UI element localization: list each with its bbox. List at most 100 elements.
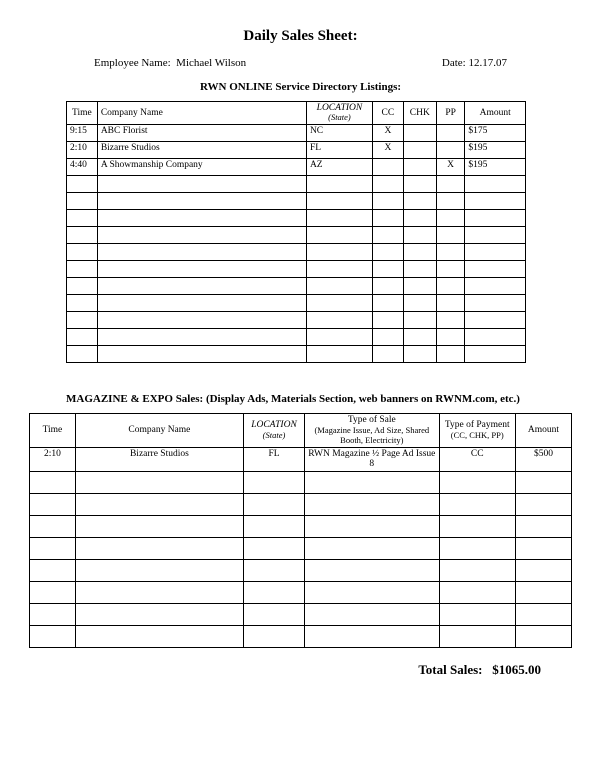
cell-company: Bizarre Studios <box>97 141 306 158</box>
cell-time <box>30 493 76 515</box>
cell-company <box>75 471 243 493</box>
cell-amount <box>465 192 526 209</box>
cell-type: RWN Magazine ½ Page Ad Issue 8 <box>305 447 439 471</box>
cell-pp <box>436 226 465 243</box>
cell-loc <box>243 603 304 625</box>
cell-amount <box>465 277 526 294</box>
cell-pp <box>436 141 465 158</box>
cell-loc: FL <box>306 141 372 158</box>
cell-chk <box>403 192 436 209</box>
table-row <box>67 175 526 192</box>
cell-chk <box>403 158 436 175</box>
type-sub: (Magazine Issue, Ad Size, Shared Booth, … <box>308 426 435 446</box>
cell-amount <box>465 226 526 243</box>
total-value: $1065.00 <box>492 662 541 677</box>
col-pp: PP <box>436 102 465 125</box>
cell-loc: FL <box>243 447 304 471</box>
col-company: Company Name <box>97 102 306 125</box>
cell-loc <box>306 175 372 192</box>
cell-type <box>305 471 439 493</box>
cell-amount <box>515 515 571 537</box>
table-row <box>67 209 526 226</box>
cell-company <box>97 294 306 311</box>
cell-time <box>67 311 98 328</box>
cell-type <box>305 625 439 647</box>
cell-pay <box>439 581 515 603</box>
cell-pp <box>436 328 465 345</box>
cell-amount: $175 <box>465 124 526 141</box>
col-company: Company Name <box>75 413 243 447</box>
cell-time: 4:40 <box>67 158 98 175</box>
cell-company <box>75 493 243 515</box>
directory-table: Time Company Name LOCATION (State) CC CH… <box>66 101 526 363</box>
cell-pp <box>436 260 465 277</box>
pay-label: Type of Payment <box>445 420 510 430</box>
cell-amount <box>515 493 571 515</box>
cell-pp: X <box>436 158 465 175</box>
table-row <box>67 243 526 260</box>
cell-time <box>67 226 98 243</box>
cell-amount: $500 <box>515 447 571 471</box>
cell-company <box>75 537 243 559</box>
table-row <box>67 311 526 328</box>
table-row <box>30 625 572 647</box>
cell-pay <box>439 537 515 559</box>
cell-time <box>30 471 76 493</box>
date-value: 12.17.07 <box>469 57 508 69</box>
cell-cc <box>372 226 403 243</box>
cell-pay <box>439 625 515 647</box>
table-row <box>67 277 526 294</box>
cell-pp <box>436 345 465 362</box>
meta-row: Employee Name: Michael Wilson Date: 12.1… <box>24 57 577 69</box>
cell-company <box>97 192 306 209</box>
cell-loc <box>306 277 372 294</box>
expo-table: Time Company Name LOCATION (State) Type … <box>29 413 572 648</box>
cell-amount <box>465 311 526 328</box>
col-location: LOCATION (State) <box>306 102 372 125</box>
cell-cc <box>372 158 403 175</box>
table-row: 4:40A Showmanship CompanyAZX$195 <box>67 158 526 175</box>
cell-chk <box>403 209 436 226</box>
cell-company: ABC Florist <box>97 124 306 141</box>
cell-chk <box>403 311 436 328</box>
cell-pay <box>439 603 515 625</box>
table-row: 2:10Bizarre StudiosFLRWN Magazine ½ Page… <box>30 447 572 471</box>
loc-label: LOCATION <box>251 420 297 430</box>
col-location: LOCATION (State) <box>243 413 304 447</box>
cell-time <box>67 175 98 192</box>
cell-pp <box>436 277 465 294</box>
cell-amount <box>515 581 571 603</box>
cell-amount <box>465 345 526 362</box>
cell-amount <box>515 471 571 493</box>
cell-time <box>67 345 98 362</box>
cell-time <box>30 603 76 625</box>
cell-loc <box>243 515 304 537</box>
cell-amount: $195 <box>465 158 526 175</box>
cell-loc <box>306 243 372 260</box>
cell-pay <box>439 493 515 515</box>
cell-cc <box>372 243 403 260</box>
cell-amount <box>515 537 571 559</box>
col-time: Time <box>30 413 76 447</box>
cell-type <box>305 603 439 625</box>
cell-time <box>30 537 76 559</box>
cell-company <box>75 515 243 537</box>
cell-loc <box>306 311 372 328</box>
pay-sub: (CC, CHK, PP) <box>443 431 512 441</box>
cell-chk <box>403 226 436 243</box>
cell-time <box>67 328 98 345</box>
cell-cc: X <box>372 124 403 141</box>
table-row <box>30 603 572 625</box>
cell-pp <box>436 124 465 141</box>
cell-cc <box>372 294 403 311</box>
table-row <box>67 294 526 311</box>
cell-time <box>30 559 76 581</box>
page-title: Daily Sales Sheet: <box>24 28 577 45</box>
section1-heading: RWN ONLINE Service Directory Listings: <box>24 81 577 93</box>
table-row <box>67 192 526 209</box>
cell-company <box>97 209 306 226</box>
cell-cc <box>372 277 403 294</box>
date-label: Date: <box>442 57 466 69</box>
cell-pay <box>439 515 515 537</box>
cell-loc: NC <box>306 124 372 141</box>
